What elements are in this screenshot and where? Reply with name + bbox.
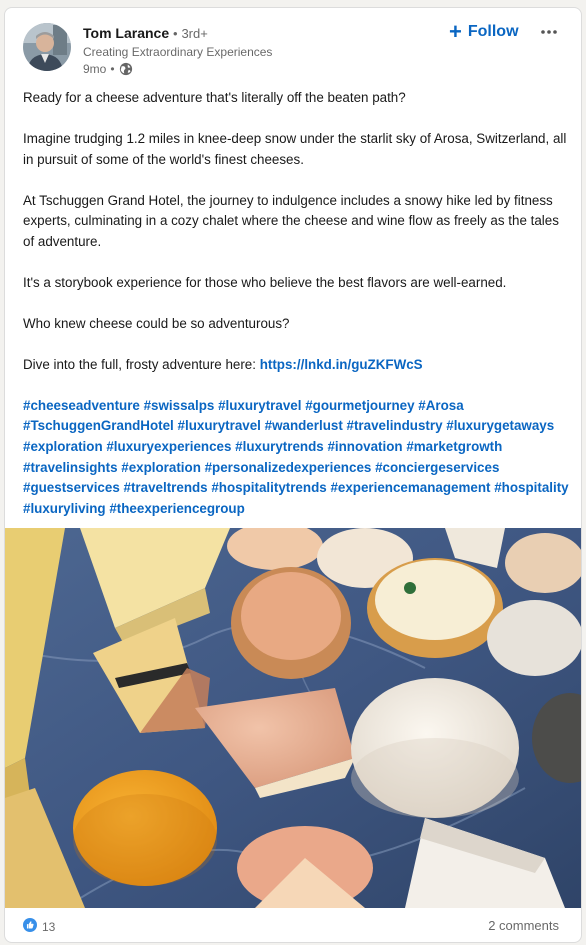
avatar-image [23, 23, 71, 71]
hashtag[interactable]: #Arosa [418, 398, 463, 413]
follow-label: Follow [467, 23, 519, 40]
hashtag[interactable]: #personalizedexperiences [205, 460, 372, 475]
hashtag[interactable]: #luxuryliving [23, 501, 106, 516]
hashtag[interactable]: #theexperiencegroup [109, 501, 244, 516]
link-intro: Dive into the full, frosty adventure her… [23, 356, 260, 372]
hashtag[interactable]: #luxurytravel [218, 398, 301, 413]
separator-dot: • [173, 26, 178, 41]
hashtag[interactable]: #cheeseadventure [23, 398, 140, 413]
paragraph: It's a storybook experience for those wh… [23, 274, 507, 290]
hashtag[interactable]: #swissalps [144, 398, 215, 413]
article-link[interactable]: https://lnkd.in/guZKFWcS [260, 357, 423, 372]
post-time: 9mo [83, 62, 107, 76]
hashtag[interactable]: #travelindustry [347, 418, 443, 433]
hashtag[interactable]: #luxurygetaways [446, 418, 554, 433]
post-header: Tom Larance • 3rd+ Creating Extraordinar… [5, 8, 581, 88]
hashtag[interactable]: #exploration [23, 439, 103, 454]
paragraph: Who knew cheese could be so adventurous? [23, 315, 290, 331]
cheese-photo [5, 528, 581, 908]
author-name[interactable]: Tom Larance [83, 25, 169, 41]
reaction-count: 13 [42, 919, 56, 934]
separator-dot: • [110, 62, 115, 76]
hashtag[interactable]: #luxurytrends [235, 439, 324, 454]
author-line: Tom Larance • 3rd+ [83, 25, 208, 41]
globe-icon [119, 62, 133, 76]
follow-button[interactable]: + Follow [449, 20, 519, 44]
post-footer: 13 2 comments [5, 908, 581, 942]
hashtag[interactable]: #marketgrowth [406, 439, 502, 454]
hashtag[interactable]: #luxuryexperiences [106, 439, 231, 454]
hashtag[interactable]: #luxurytravel [178, 418, 261, 433]
post-card: Tom Larance • 3rd+ Creating Extraordinar… [4, 7, 582, 943]
hashtag[interactable]: #innovation [327, 439, 402, 454]
connection-degree: 3rd+ [181, 26, 208, 41]
author-tagline: Creating Extraordinary Experiences [83, 45, 273, 59]
hashtag[interactable]: #experiencemanagement [330, 480, 490, 495]
hashtag[interactable]: #hospitality [494, 480, 568, 495]
paragraph: Imagine trudging 1.2 miles in knee-deep … [23, 131, 567, 167]
hashtag[interactable]: #exploration [121, 460, 201, 475]
hashtag[interactable]: #gourmetjourney [305, 398, 414, 413]
hashtag[interactable]: #TschuggenGrandHotel [23, 418, 174, 433]
hashtag-list: #cheeseadventure #swissalps #luxurytrave… [23, 396, 569, 520]
hashtag[interactable]: #guestservices [23, 480, 120, 495]
hashtag[interactable]: #hospitalitytrends [211, 480, 326, 495]
paragraph: At Tschuggen Grand Hotel, the journey to… [23, 192, 559, 249]
post-body: Ready for a cheese adventure that's lite… [23, 88, 569, 520]
post-meta: 9mo • [83, 62, 133, 76]
like-icon [23, 918, 37, 935]
link-paragraph: Dive into the full, frosty adventure her… [23, 355, 569, 376]
author-avatar[interactable] [23, 23, 71, 71]
hashtag[interactable]: #wanderlust [265, 418, 343, 433]
hashtag[interactable]: #travelinsights [23, 460, 118, 475]
paragraph: Ready for a cheese adventure that's lite… [23, 90, 406, 105]
more-icon[interactable] [537, 20, 561, 44]
plus-icon: + [449, 19, 462, 44]
comments-count[interactable]: 2 comments [488, 918, 559, 933]
reactions-count[interactable]: 13 [23, 918, 55, 935]
post-image[interactable] [5, 528, 581, 908]
hashtag[interactable]: #traveltrends [124, 480, 208, 495]
hashtag[interactable]: #conciergeservices [375, 460, 499, 475]
